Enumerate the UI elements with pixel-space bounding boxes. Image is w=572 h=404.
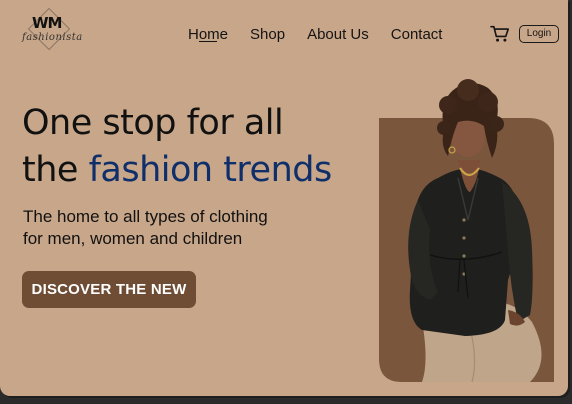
hero-title-line1: One stop for all (22, 103, 284, 143)
brand-logo[interactable]: WM fashionista (22, 6, 83, 56)
nav-about-link[interactable]: About Us (307, 26, 369, 43)
hero-title-accent: fashion trends (88, 150, 333, 190)
hero-title: One stop for all the fashion trends (22, 100, 332, 194)
hero-model-image (379, 79, 554, 383)
discover-button[interactable]: DISCOVER THE NEW (22, 271, 196, 308)
logo-mark: WM (32, 14, 63, 32)
login-button[interactable]: Login (519, 25, 559, 43)
logo-script: fashionista (22, 32, 83, 43)
main-nav: Home Shop About Us Contact (188, 26, 464, 43)
hero-title-line2-prefix: the (22, 150, 89, 190)
hero-subtitle-line2: for men, women and children (23, 229, 243, 248)
landing-page: WM fashionista Home Shop About Us Contac… (0, 0, 568, 396)
hero-subtitle: The home to all types of clothing for me… (23, 206, 268, 250)
nav-contact-link[interactable]: Contact (391, 26, 443, 43)
nav-home-link[interactable]: Home (188, 26, 228, 43)
shopping-cart-icon[interactable] (490, 25, 510, 43)
hero-subtitle-line1: The home to all types of clothing (23, 207, 268, 226)
nav-shop-link[interactable]: Shop (250, 26, 285, 43)
